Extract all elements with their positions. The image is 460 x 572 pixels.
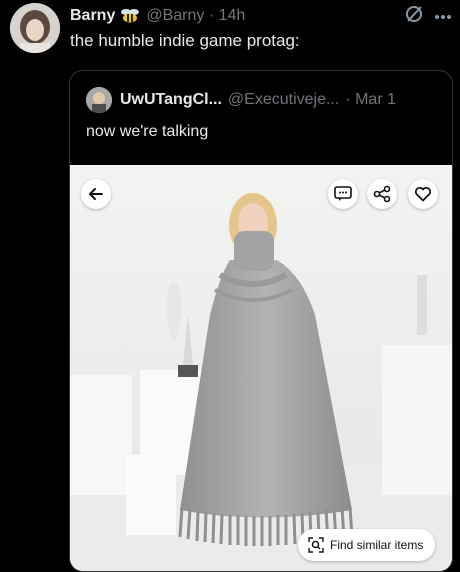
author-name[interactable]: Barny — [70, 7, 115, 25]
bee-badge-icon — [120, 8, 140, 24]
quoted-tweet-date[interactable]: · Mar 1 — [345, 91, 396, 109]
back-arrow-icon — [89, 188, 103, 200]
share-icon — [373, 185, 391, 203]
product-photo[interactable]: Find similar items — [70, 165, 452, 571]
find-similar-button[interactable]: Find similar items — [298, 529, 436, 561]
quoted-author-name[interactable]: UwUTangCl... — [120, 91, 222, 109]
quoted-tweet-header: UwUTangCl... @Executiveje... · Mar 1 — [86, 87, 442, 113]
comment-button[interactable] — [328, 179, 358, 209]
quoted-tweet-text: now we're talking — [86, 123, 209, 140]
photo-illustration — [70, 165, 452, 571]
comment-icon — [334, 186, 352, 201]
quoted-author-handle[interactable]: @Executiveje... — [228, 91, 339, 109]
share-button[interactable] — [367, 179, 397, 209]
tweet-header: Barny @Barny · 14h — [70, 5, 452, 27]
lens-icon — [308, 537, 324, 553]
find-similar-label: Find similar items — [330, 538, 424, 552]
author-handle-time[interactable]: @Barny · 14h — [146, 7, 245, 25]
quoted-author-avatar[interactable] — [86, 87, 112, 113]
tweet-text: the humble indie game protag: — [70, 31, 300, 50]
quoted-tweet-card[interactable]: UwUTangCl... @Executiveje... · Mar 1 now… — [69, 70, 453, 572]
author-avatar[interactable] — [10, 3, 60, 53]
more-icon[interactable] — [434, 7, 452, 25]
grok-icon[interactable] — [404, 4, 424, 29]
like-button[interactable] — [408, 179, 438, 209]
back-button[interactable] — [81, 179, 111, 209]
heart-icon — [415, 187, 431, 202]
